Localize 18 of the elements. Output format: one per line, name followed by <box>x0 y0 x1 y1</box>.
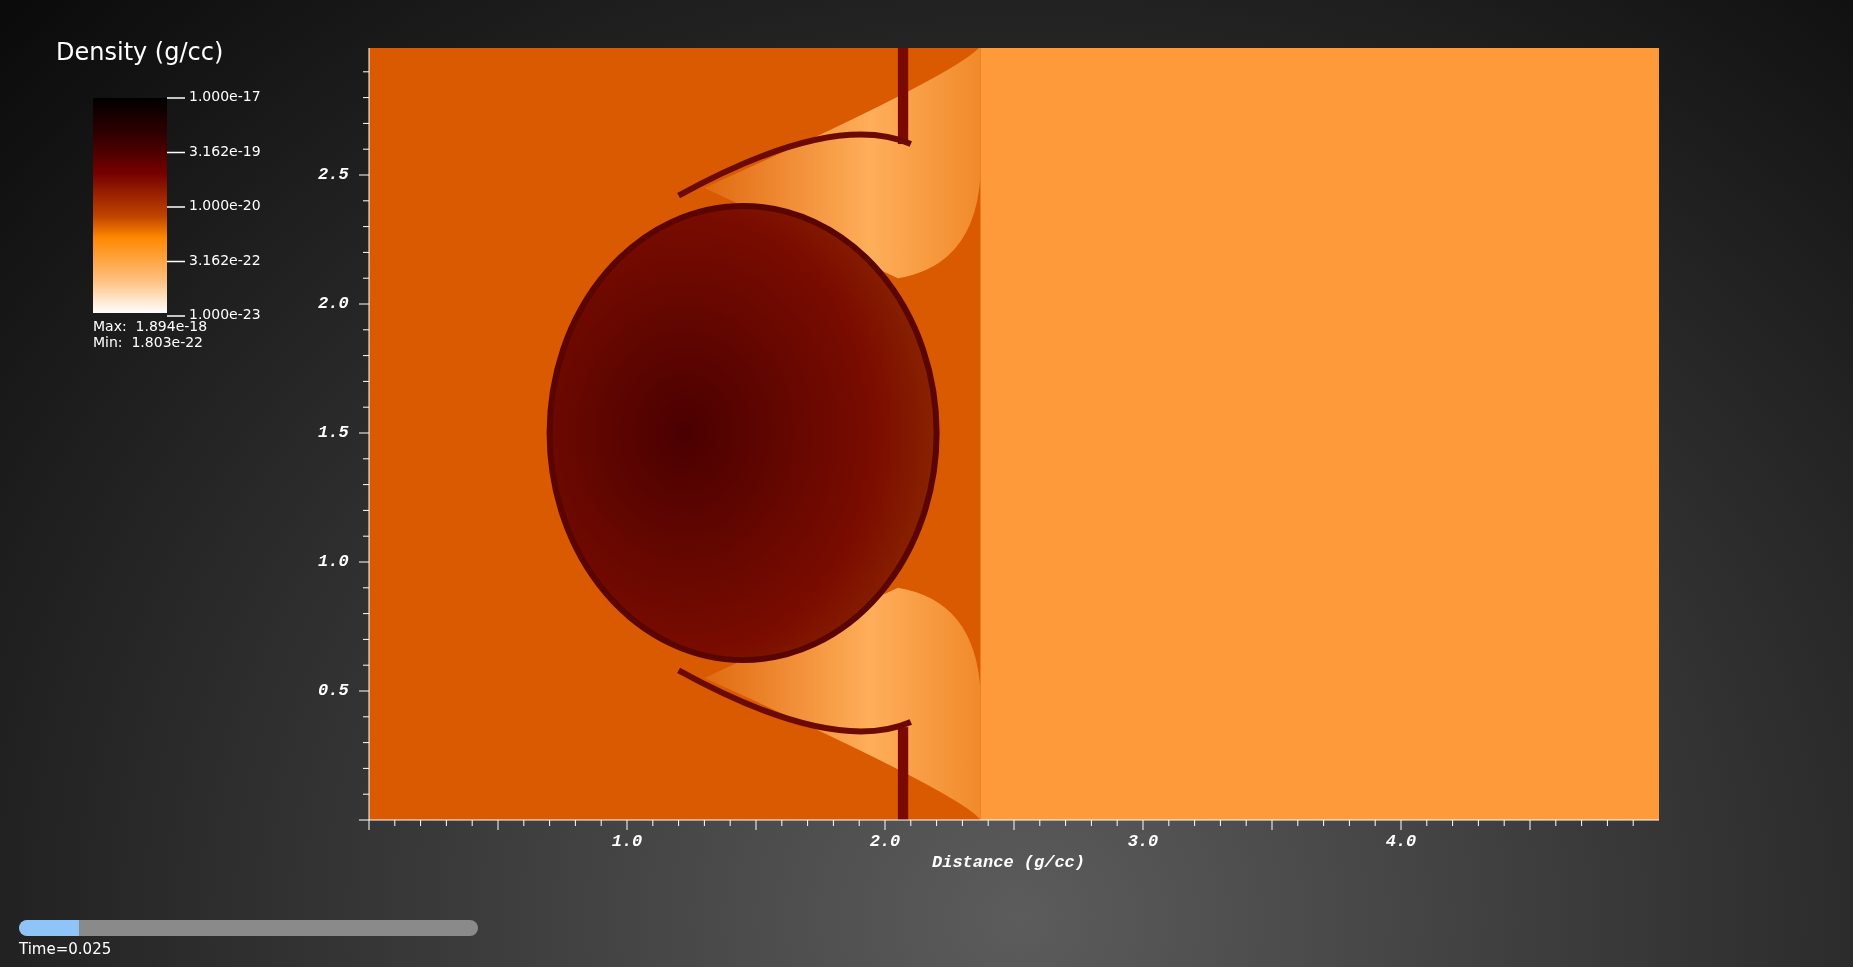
legend-title: Density (g/cc) <box>56 38 224 66</box>
x-axis-tick-label: 2.0 <box>868 832 902 851</box>
x-axis-tick-label: 4.0 <box>1384 832 1418 851</box>
colorbar-label: 3.162e-22 <box>189 251 261 268</box>
colorbar-label: 1.000e-17 <box>189 88 261 104</box>
min-label: Min: 1.803e-22 <box>93 334 204 350</box>
y-axis-tick-label: 1.0 <box>318 552 349 571</box>
x-axis-tick-label: 3.0 <box>1126 832 1160 851</box>
time-slider[interactable] <box>19 920 478 936</box>
colorbar-label: 1.000e-20 <box>189 197 261 213</box>
colorbar-label: 3.162e-19 <box>189 142 261 159</box>
y-axis-tick-label: 2.5 <box>318 165 349 184</box>
y-axis-tick-label: 1.5 <box>318 423 349 442</box>
y-axis-tick-label: 0.5 <box>318 681 349 700</box>
x-axis-title: Distance (g/cc) <box>932 853 1086 872</box>
y-axis-tick-label: 2.0 <box>318 294 349 313</box>
x-axis-tick-label: 1.0 <box>610 832 644 851</box>
time-label: Time=0.025 <box>19 940 112 958</box>
